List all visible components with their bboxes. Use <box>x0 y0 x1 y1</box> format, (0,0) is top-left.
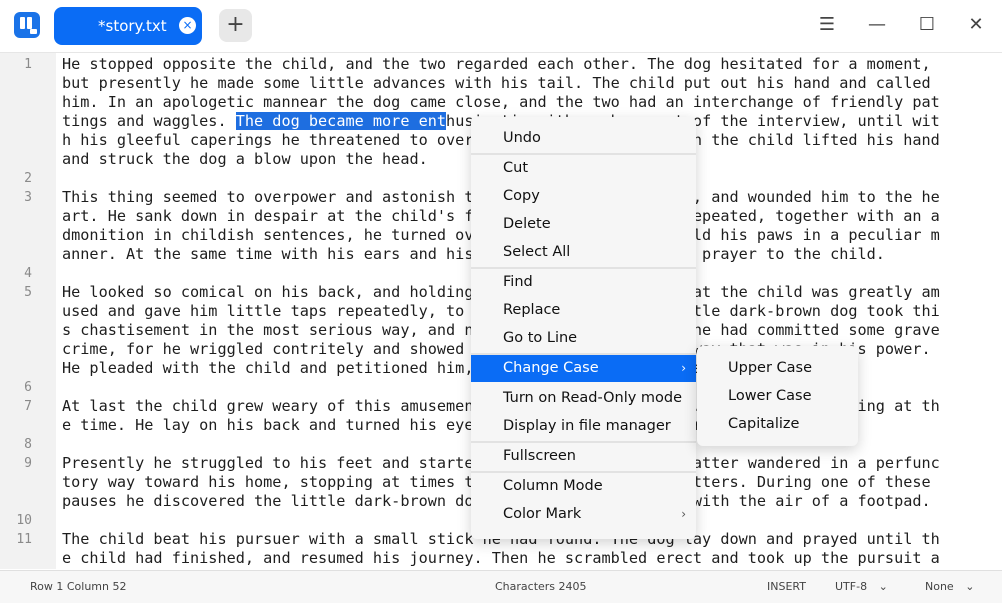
menu-separator <box>471 153 696 155</box>
change-case-submenu: Upper Case Lower Case Capitalize <box>697 346 858 446</box>
menu-separator <box>471 353 696 355</box>
line-number: 5 <box>24 285 32 300</box>
menu-item-label: Change Case <box>503 360 599 376</box>
line-number: 8 <box>24 437 32 452</box>
line-number: 2 <box>24 171 32 186</box>
line-number: 10 <box>16 513 32 528</box>
text-selection: The dog became more ent <box>235 112 447 130</box>
line-number: 3 <box>24 190 32 205</box>
line-number: 9 <box>24 456 32 471</box>
menu-item-label: Turn on Read-Only mode <box>503 390 683 406</box>
menu-item-color-mark[interactable]: Color Mark › <box>471 500 696 528</box>
menu-item-label: Cut <box>503 160 528 176</box>
line-number: 11 <box>16 532 32 547</box>
menu-item-display-in-file-manager[interactable]: Display in file manager <box>471 412 696 440</box>
menu-item-label: Delete <box>503 216 551 232</box>
menu-item-label: Undo <box>503 130 541 146</box>
menu-item-label: Go to Line <box>503 330 578 346</box>
menu-item-label: Replace <box>503 302 561 318</box>
submenu-item-capitalize[interactable]: Capitalize <box>728 410 799 438</box>
menu-separator <box>471 441 696 443</box>
chevron-right-icon: › <box>681 361 686 375</box>
menu-item-undo[interactable]: Undo <box>471 124 696 152</box>
character-count: Characters 2405 <box>495 580 587 593</box>
tab-label: *story.txt <box>98 17 167 35</box>
tab-close-icon[interactable]: × <box>179 17 196 34</box>
menu-item-select-all[interactable]: Select All <box>471 238 696 266</box>
menu-item-label: Display in file manager <box>503 418 671 434</box>
text-line: but presently he made some little advanc… <box>62 74 931 92</box>
highlight-label: None <box>925 580 954 593</box>
menu-item-go-to-line[interactable]: Go to Line <box>471 324 696 352</box>
add-tab-button[interactable]: + <box>219 9 252 42</box>
text-line: and struck the dog a blow upon the head. <box>62 150 428 168</box>
insert-mode-indicator[interactable]: INSERT <box>767 580 806 593</box>
menu-item-turn-on-read-only-mode[interactable]: Turn on Read-Only mode <box>471 384 696 412</box>
menu-item-label: Select All <box>503 244 571 260</box>
menu-item-label: Find <box>503 274 533 290</box>
menu-separator <box>471 267 696 269</box>
encoding-label: UTF-8 <box>835 580 868 593</box>
submenu-item-lower-case[interactable]: Lower Case <box>728 382 812 410</box>
chevron-down-icon: ⌄ <box>965 580 975 593</box>
app-logo-icon <box>14 12 40 38</box>
menu-item-find[interactable]: Find <box>471 268 696 296</box>
menu-item-label: Color Mark <box>503 506 582 522</box>
line-number: 4 <box>24 266 32 281</box>
menu-separator <box>471 471 696 473</box>
menu-item-label: Copy <box>503 188 540 204</box>
chevron-down-icon: ⌄ <box>878 580 888 593</box>
menu-item-fullscreen[interactable]: Fullscreen <box>471 442 696 470</box>
line-number: 1 <box>24 57 32 72</box>
line-number: 6 <box>24 380 32 395</box>
line-number-gutter: 1 2 3 4 5 6 7 8 9 10 11 <box>0 53 56 569</box>
tab-story-txt[interactable]: *story.txt × <box>54 7 202 45</box>
menu-item-change-case[interactable]: Change Case › <box>471 354 696 382</box>
text-line: He stopped opposite the child, and the t… <box>62 55 931 73</box>
menu-item-delete[interactable]: Delete <box>471 210 696 238</box>
encoding-dropdown[interactable]: UTF-8 ⌄ <box>835 580 888 593</box>
main-menu-icon[interactable]: ☰ <box>814 12 840 38</box>
close-window-icon[interactable]: ✕ <box>963 12 989 38</box>
context-menu: Undo Cut Copy Delete Select All Find Replace Go… <box>471 117 696 539</box>
chevron-right-icon: › <box>681 507 686 521</box>
title-bar: *story.txt × + ☰ — ☐ ✕ <box>0 0 1002 53</box>
menu-item-copy[interactable]: Copy <box>471 182 696 210</box>
submenu-item-upper-case[interactable]: Upper Case <box>728 354 812 382</box>
text-line: e child had finished, and resumed his jo… <box>62 549 940 567</box>
menu-item-cut[interactable]: Cut <box>471 154 696 182</box>
menu-item-column-mode[interactable]: Column Mode <box>471 472 696 500</box>
menu-item-replace[interactable]: Replace <box>471 296 696 324</box>
line-number: 7 <box>24 399 32 414</box>
menu-item-label: Column Mode <box>503 478 603 494</box>
cursor-position: Row 1 Column 52 <box>30 580 127 593</box>
maximize-icon[interactable]: ☐ <box>914 12 940 38</box>
syntax-highlight-dropdown[interactable]: None ⌄ <box>925 580 974 593</box>
text-line: him. In an apologetic mannear the dog ca… <box>62 93 940 111</box>
minimize-icon[interactable]: — <box>864 12 890 38</box>
status-bar: Row 1 Column 52 Characters 2405 INSERT U… <box>0 570 1002 603</box>
menu-item-label: Fullscreen <box>503 448 576 464</box>
